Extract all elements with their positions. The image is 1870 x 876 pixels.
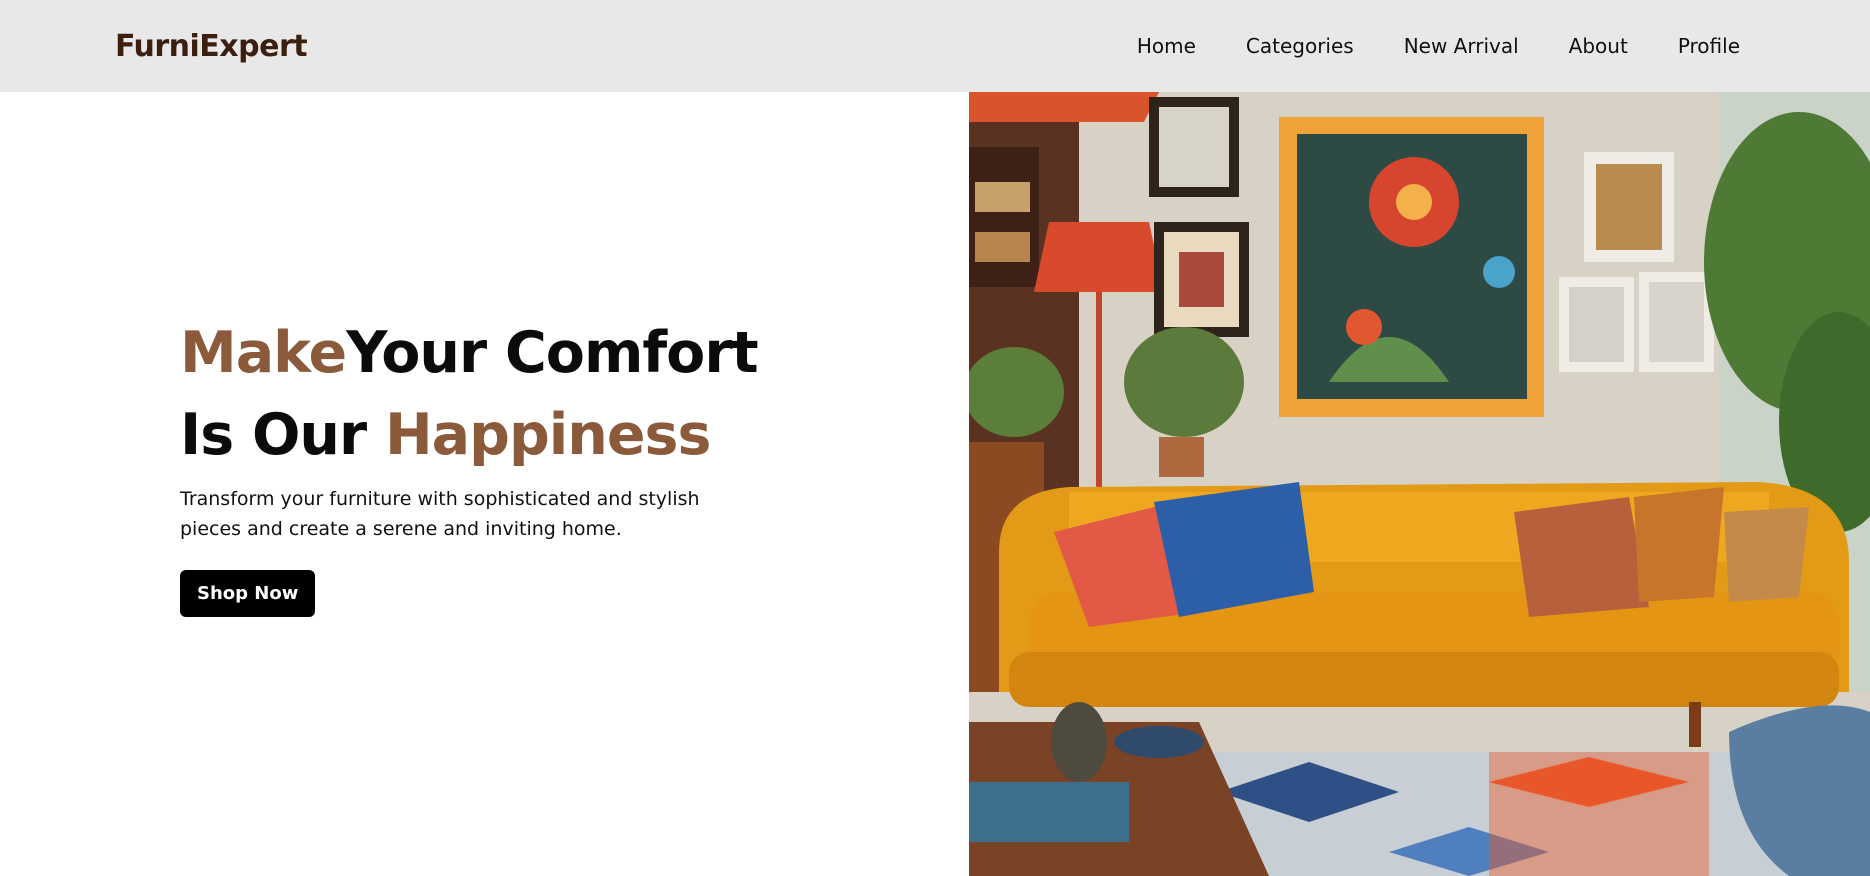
headline-line1: Your Comfort (346, 320, 758, 386)
hero-living-room-image (969, 92, 1870, 876)
nav-item-new-arrival[interactable]: New Arrival (1404, 34, 1519, 58)
hero-headline: MakeYour Comfort Is Our Happiness (180, 312, 800, 476)
nav-item-profile[interactable]: Profile (1678, 34, 1740, 58)
hero-subtitle: Transform your furniture with sophistica… (180, 488, 700, 540)
shop-now-button[interactable]: Shop Now (180, 570, 316, 617)
hero-section: MakeYour Comfort Is Our Happiness Transf… (180, 312, 800, 617)
nav-item-home[interactable]: Home (1137, 34, 1196, 58)
nav-item-about[interactable]: About (1569, 34, 1628, 58)
headline-line2-start: Is Our (180, 402, 385, 468)
top-navbar: FurniExpert Home Categories New Arrival … (0, 0, 1870, 92)
brand-logo[interactable]: FurniExpert (115, 29, 308, 64)
main-nav: Home Categories New Arrival About Profil… (1137, 34, 1740, 58)
nav-item-categories[interactable]: Categories (1246, 34, 1354, 58)
headline-accent-happiness: Happiness (384, 402, 711, 468)
headline-accent-make: Make (180, 320, 347, 386)
